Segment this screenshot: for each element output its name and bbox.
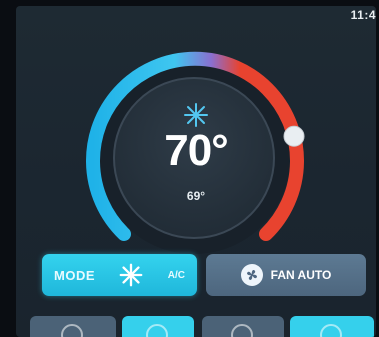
- mode-button[interactable]: MODE A/C: [42, 254, 197, 296]
- circle-icon: [231, 324, 253, 337]
- circle-icon: [61, 324, 83, 337]
- thermostat-dial[interactable]: [16, 6, 376, 256]
- bottom-tile-2[interactable]: [122, 316, 194, 337]
- mode-value: A/C: [167, 269, 185, 281]
- bottom-tile-4[interactable]: [290, 316, 374, 337]
- circle-icon: [146, 324, 168, 337]
- mode-label: MODE: [54, 267, 95, 283]
- dial-face: [113, 77, 275, 239]
- snowflake-icon: [120, 263, 143, 287]
- fan-button[interactable]: FAN AUTO: [206, 254, 366, 296]
- fan-icon: [240, 264, 263, 286]
- circle-icon: [320, 324, 342, 337]
- setpoint-knob: [283, 125, 305, 147]
- thermostat-screen: 11:4 70° 69° MODE A/C FAN AUTO: [16, 6, 376, 337]
- bottom-tile-3[interactable]: [202, 316, 284, 337]
- bottom-tile-1[interactable]: [30, 316, 116, 337]
- fan-label: FAN AUTO: [270, 268, 332, 282]
